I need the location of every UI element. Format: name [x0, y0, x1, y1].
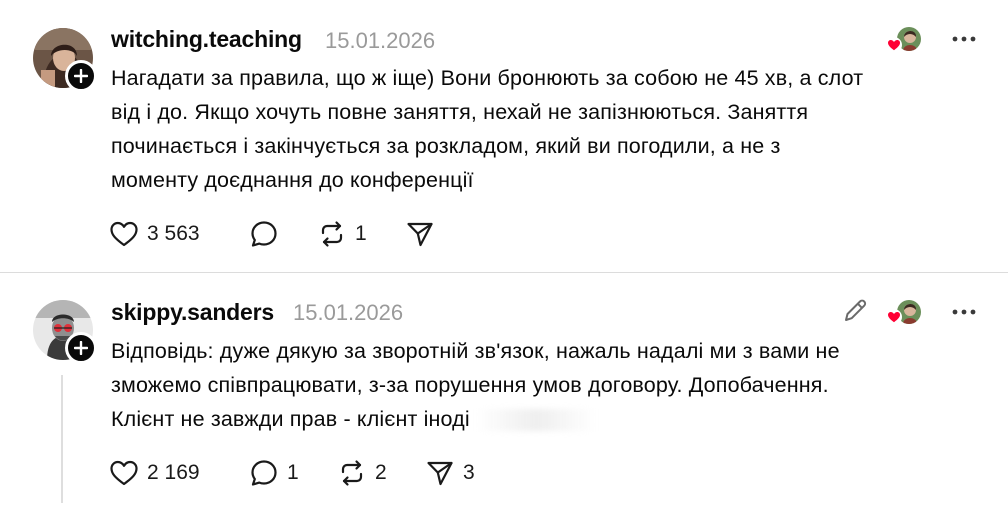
red-heart-icon	[886, 309, 902, 325]
like-button[interactable]: 2 169	[109, 458, 249, 488]
post-text: Відповідь: дуже дякую за зворотній зв'яз…	[111, 334, 991, 436]
post-date[interactable]: 15.01.2026	[293, 300, 403, 326]
post-text-line: від і до. Якщо хочуть повне заняття, нех…	[111, 100, 809, 124]
thread-post: witching.teaching 15.01.2026 Нагадати за…	[0, 0, 1008, 272]
like-count: 3 563	[147, 222, 200, 245]
like-button[interactable]: 3 563	[109, 219, 249, 249]
reply-count: 1	[287, 461, 299, 484]
send-paper-plane-icon	[427, 461, 453, 486]
heart-outline-icon	[110, 460, 138, 486]
post-actions: 3 563 1	[109, 219, 443, 249]
more-horizontal-icon[interactable]	[951, 307, 977, 317]
post-text-line: Нагадати за правила, що ж іще) Вони брон…	[111, 66, 864, 90]
post-text: Нагадати за правила, що ж іще) Вони брон…	[111, 61, 991, 197]
share-button[interactable]	[405, 219, 443, 249]
post-text-line: моменту доєднання до конференції	[111, 168, 474, 192]
reply-button[interactable]	[249, 219, 317, 249]
pencil-icon[interactable]	[842, 298, 868, 324]
post-text-line: Клієнт не завжди прав - клієнт іноді	[111, 407, 470, 431]
repost-count: 2	[375, 461, 387, 484]
username[interactable]: witching.teaching	[111, 26, 302, 53]
speech-bubble-icon	[251, 221, 277, 247]
send-paper-plane-icon	[407, 222, 433, 247]
reply-button[interactable]: 1	[249, 458, 337, 488]
more-horizontal-icon[interactable]	[951, 34, 977, 44]
like-count: 2 169	[147, 461, 200, 484]
post-text-line: Відповідь: дуже дякую за зворотній зв'яз…	[111, 339, 840, 363]
post-actions: 2 169 1 2 3	[109, 458, 475, 488]
plus-icon	[74, 69, 88, 83]
red-heart-icon	[886, 37, 902, 53]
repost-arrows-icon	[341, 460, 363, 486]
heart-outline-icon	[110, 221, 138, 247]
speech-bubble-icon	[251, 460, 277, 486]
repost-button[interactable]: 1	[317, 219, 405, 249]
share-count: 3	[463, 461, 475, 484]
share-button[interactable]: 3	[425, 458, 475, 488]
post-text-line: зможемо співпрацювати, з-за порушення ум…	[111, 373, 829, 397]
thread-connector-line	[61, 375, 63, 503]
post-date[interactable]: 15.01.2026	[325, 28, 435, 54]
repost-arrows-icon	[321, 221, 343, 247]
plus-icon	[74, 341, 88, 355]
follow-button[interactable]	[65, 332, 97, 364]
post-text-line: починається і закінчується за розкладом,…	[111, 134, 781, 158]
username[interactable]: skippy.sanders	[111, 299, 274, 326]
follow-button[interactable]	[65, 60, 97, 92]
repost-button[interactable]: 2	[337, 458, 425, 488]
thread-post: skippy.sanders 15.01.2026 Відповідь: дуж…	[0, 276, 1008, 510]
post-divider	[0, 272, 1008, 273]
repost-count: 1	[355, 222, 367, 245]
obscured-text	[475, 409, 596, 432]
